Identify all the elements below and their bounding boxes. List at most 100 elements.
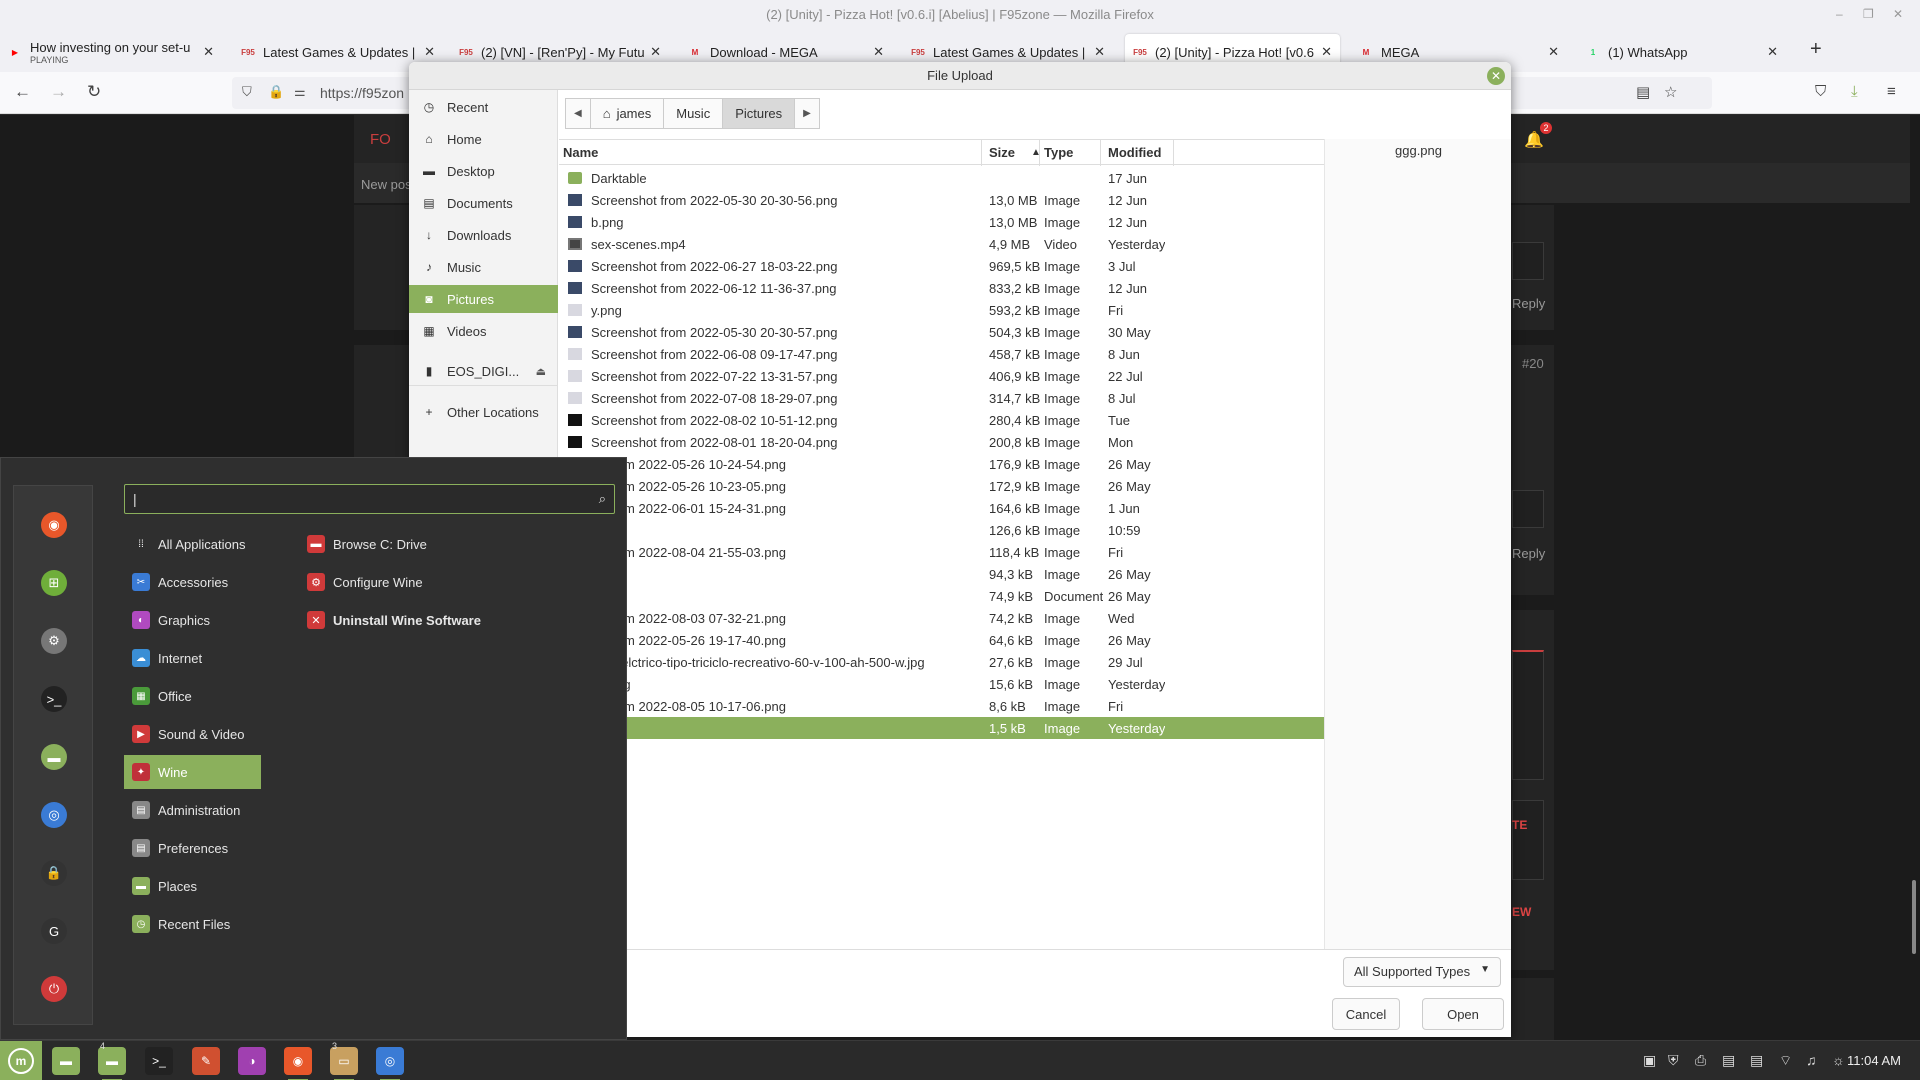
path-home-button[interactable]: ⌂ james [589, 98, 665, 129]
dialog-close-icon[interactable]: ✕ [1487, 67, 1505, 85]
tab-close-icon[interactable]: ✕ [424, 44, 435, 60]
file-row[interactable]: Darktable 17 Jun [559, 167, 1324, 189]
new-posts-link[interactable]: New pos [361, 177, 412, 192]
tab-1[interactable]: ▶ How investing on your set-u PLAYING ✕ [0, 34, 222, 70]
wifi-tray-icon[interactable]: ⌔ [1779, 1052, 1792, 1070]
tab-close-icon[interactable]: ✕ [1094, 44, 1105, 60]
reply-link[interactable]: Reply [1512, 546, 1545, 561]
file-row[interactable]: eenshot from 2022-06-01 15-24-31.png 164,… [559, 497, 1324, 519]
file-row[interactable]: eenshot from 2022-08-04 21-55-03.png 118,… [559, 541, 1324, 563]
file-row[interactable]: Screenshot from 2022-05-30 20-30-57.png 5… [559, 321, 1324, 343]
url-text[interactable]: https://f95zon [320, 85, 404, 101]
tab-8[interactable]: 1 (1) WhatsApp ✕ [1578, 34, 1786, 70]
open-button[interactable]: Open [1422, 998, 1504, 1030]
reader-view-icon[interactable]: ▤ [1636, 83, 1650, 101]
tab-close-icon[interactable]: ✕ [1548, 44, 1559, 60]
column-modified[interactable]: Modified [1108, 145, 1161, 160]
flag-tray-icon[interactable]: ▤ [1750, 1052, 1763, 1069]
photos-taskbar-icon[interactable]: ◑ [238, 1047, 266, 1075]
forward-icon[interactable]: → [50, 82, 67, 102]
shield-tray-icon[interactable]: ⛨ [1668, 1052, 1679, 1069]
file-row[interactable]: 126,6 kB Image 10:59 [559, 519, 1324, 541]
power-icon[interactable]: ⏻ [41, 976, 67, 1002]
file-row[interactable]: ng1,5 kBImageYesterday [559, 717, 1324, 739]
file-row[interactable]: Screenshot from 2022-08-01 18-20-04.png 2… [559, 431, 1324, 453]
place-recent[interactable]: ◷ Recent [409, 93, 558, 121]
update-tray-icon[interactable]: ▤ [1722, 1052, 1735, 1069]
tab-close-icon[interactable]: ✕ [650, 44, 661, 60]
path-back-icon[interactable]: ◀ [565, 98, 591, 129]
place-home[interactable]: ⌂ Home [409, 125, 558, 153]
tab-close-icon[interactable]: ✕ [203, 44, 214, 60]
category-administration[interactable]: ▤ Administration [124, 793, 261, 827]
column-size[interactable]: Size [989, 145, 1015, 160]
cancel-button[interactable]: Cancel [1332, 998, 1400, 1030]
category-graphics[interactable]: ◐ Graphics [124, 603, 261, 637]
shield-icon[interactable]: ⛉ [242, 84, 252, 100]
file-row[interactable]: sex-scenes.mp4 4,9 MB Video Yesterday [559, 233, 1324, 255]
file-row[interactable]: nte-escter-elctrico-tipo-triciclo-recrea… [559, 651, 1324, 673]
category-accessories[interactable]: ✂ Accessories [124, 565, 261, 599]
hamburger-menu-icon[interactable]: ≡ [1887, 83, 1896, 100]
close-window-button[interactable]: ✕ [1893, 7, 1903, 21]
new-tab-button[interactable]: + [1810, 38, 1822, 61]
file-row[interactable]: eenshot from 2022-05-26 10-23-05.png 172,… [559, 475, 1324, 497]
file-row[interactable]: eenshot from 2022-05-26 19-17-40.png 64,6… [559, 629, 1324, 651]
brightness-tray-icon[interactable]: ☼ [1832, 1052, 1845, 1068]
app-browse-c-drive[interactable]: ▬ Browse C: Drive [307, 527, 427, 561]
category-wine[interactable]: ✦ Wine [124, 755, 261, 789]
file-row[interactable]: eenshot from 2022-08-03 07-32-21.png 74,2… [559, 607, 1324, 629]
app-configure-wine[interactable]: ⚙ Configure Wine [307, 565, 423, 599]
file-row[interactable]: b.png 13,0 MB Image 12 Jun [559, 211, 1324, 233]
chrome-icon[interactable]: ◎ [41, 802, 67, 828]
place-eos-digi[interactable]: ▮ EOS_DIGI... ⏏ [409, 357, 558, 385]
place-videos[interactable]: ▦ Videos [409, 317, 558, 345]
category-sound-video[interactable]: ▶ Sound & Video [124, 717, 261, 751]
app-uninstall-wine-software[interactable]: ✕ Uninstall Wine Software [307, 603, 481, 637]
file-row[interactable]: Screenshot from 2022-06-08 09-17-47.png 4… [559, 343, 1324, 365]
file-row[interactable]: Screenshot from 2022-05-30 20-30-56.png 1… [559, 189, 1324, 211]
place-desktop[interactable]: ▬ Desktop [409, 157, 558, 185]
eject-icon[interactable]: ⏏ [536, 365, 546, 378]
place-downloads[interactable]: ↓ Downloads [409, 221, 558, 249]
category-recent-files[interactable]: ◷ Recent Files [124, 907, 261, 941]
file-row[interactable]: Screenshot from 2022-06-12 11-36-37.png 8… [559, 277, 1324, 299]
firefox-icon[interactable]: ◉ [41, 512, 67, 538]
category-internet[interactable]: ☁ Internet [124, 641, 261, 675]
category-places[interactable]: ▬ Places [124, 869, 261, 903]
category-all-applications[interactable]: ⁞⁞ All Applications [124, 527, 261, 561]
terminal-icon[interactable]: >_ [41, 686, 67, 712]
clipboard-tray-icon[interactable]: ▣ [1643, 1052, 1656, 1069]
software-manager-icon[interactable]: ⊞ [41, 570, 67, 596]
place-other-locations[interactable]: + Other Locations [409, 398, 558, 426]
settings-icon[interactable]: ⚙ [41, 628, 67, 654]
place-documents[interactable]: ▤ Documents [409, 189, 558, 217]
menu-button[interactable]: m [0, 1041, 42, 1080]
downloads-icon[interactable]: ⤓ [1851, 83, 1858, 100]
file-type-filter[interactable]: All Supported Types ▼ [1343, 957, 1501, 987]
minimize-button[interactable]: – [1836, 7, 1843, 21]
files-icon[interactable]: ▬ [41, 744, 67, 770]
path-crumb-pictures[interactable]: Pictures [722, 98, 796, 129]
tab-close-icon[interactable]: ✕ [873, 44, 884, 60]
lock-icon[interactable]: 🔒 [268, 84, 284, 100]
redshift-taskbar-icon[interactable]: ✎ [192, 1047, 220, 1075]
column-type[interactable]: Type [1044, 145, 1073, 160]
permissions-icon[interactable]: ⚌ [294, 84, 306, 100]
forum-nav-link[interactable]: FO [370, 131, 391, 148]
clock[interactable]: 11:04 AM [1847, 1053, 1901, 1068]
archive-taskbar-icon[interactable]: ▭ [330, 1047, 358, 1080]
tab-close-icon[interactable]: ✕ [1767, 44, 1778, 60]
menu-search-input[interactable]: | ⌕ [124, 484, 615, 514]
file-row[interactable]: e .png94,3 kBImage26 May [559, 563, 1324, 585]
file-row[interactable]: 29_logo.png15,6 kBImageYesterday [559, 673, 1324, 695]
page-scrollbar[interactable] [1912, 880, 1916, 954]
category-preferences[interactable]: ▤ Preferences [124, 831, 261, 865]
path-forward-icon[interactable]: ▶ [794, 98, 820, 129]
file-row[interactable]: Screenshot from 2022-07-08 18-29-07.png 3… [559, 387, 1324, 409]
bookmark-star-icon[interactable]: ☆ [1664, 83, 1677, 101]
path-crumb-music[interactable]: Music [663, 98, 724, 129]
files-taskbar-icon[interactable]: ▬ [52, 1047, 80, 1075]
reply-link[interactable]: Reply [1512, 296, 1545, 311]
files-taskbar-icon-2[interactable]: ▬ [98, 1047, 126, 1080]
